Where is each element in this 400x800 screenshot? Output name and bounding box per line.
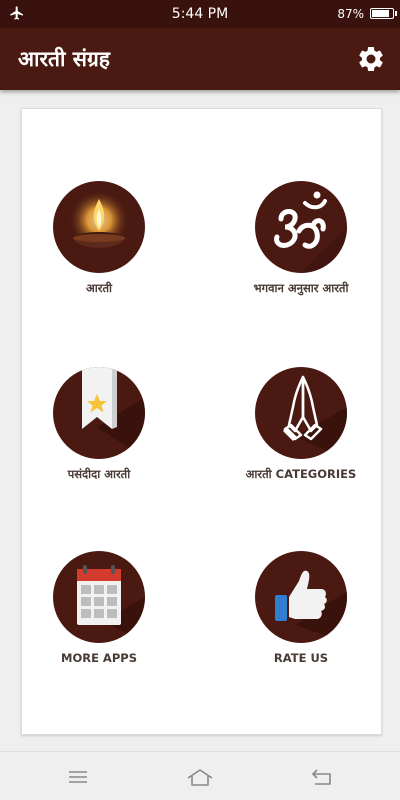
system-nav-bar [0,751,400,800]
menu-button[interactable] [58,764,98,790]
battery-percentage: 87% [337,7,364,21]
tile-aarti-categories-label: आरती CATEGORIES [245,467,357,481]
back-arrow-icon [312,769,331,785]
thumbs-up-icon [255,551,347,643]
tile-bhagwan-anusar-aarti-label: भगवान अनुसार आरती [253,281,349,295]
app-bar: आरती संग्रह [0,28,400,90]
bookmark-star-icon [53,367,145,459]
om-icon [255,181,347,273]
tile-rate-us[interactable]: RATE US [211,551,391,665]
tile-more-apps[interactable]: MORE APPS [9,551,189,665]
hamburger-menu-icon [69,771,87,783]
tile-aarti[interactable]: आरती [9,181,189,296]
status-bar: 5:44 PM 87% [0,0,400,28]
home-icon [187,769,213,786]
tile-pasandida-aarti[interactable]: पसंदीदा आरती [9,367,189,482]
home-button[interactable] [180,764,220,790]
menu-card: आरती भगवान अनुसार आरती पसंदीदा आरती आरती… [21,108,382,735]
settings-button[interactable] [352,40,390,78]
praying-hands-icon [255,367,347,459]
diya-lamp-icon [53,181,145,273]
gear-icon [359,46,383,71]
tile-bhagwan-anusar-aarti[interactable]: भगवान अनुसार आरती [211,181,391,296]
tile-aarti-label: आरती [86,281,112,295]
tile-more-apps-label: MORE APPS [61,651,137,665]
tile-rate-us-label: RATE US [273,651,329,665]
back-button[interactable] [302,764,342,790]
calendar-grid-icon [53,551,145,643]
tile-aarti-categories[interactable]: आरती CATEGORIES [211,367,391,482]
tile-pasandida-aarti-label: पसंदीदा आरती [67,467,131,481]
app-title: आरती संग्रह [18,47,110,71]
battery-icon [370,8,397,19]
